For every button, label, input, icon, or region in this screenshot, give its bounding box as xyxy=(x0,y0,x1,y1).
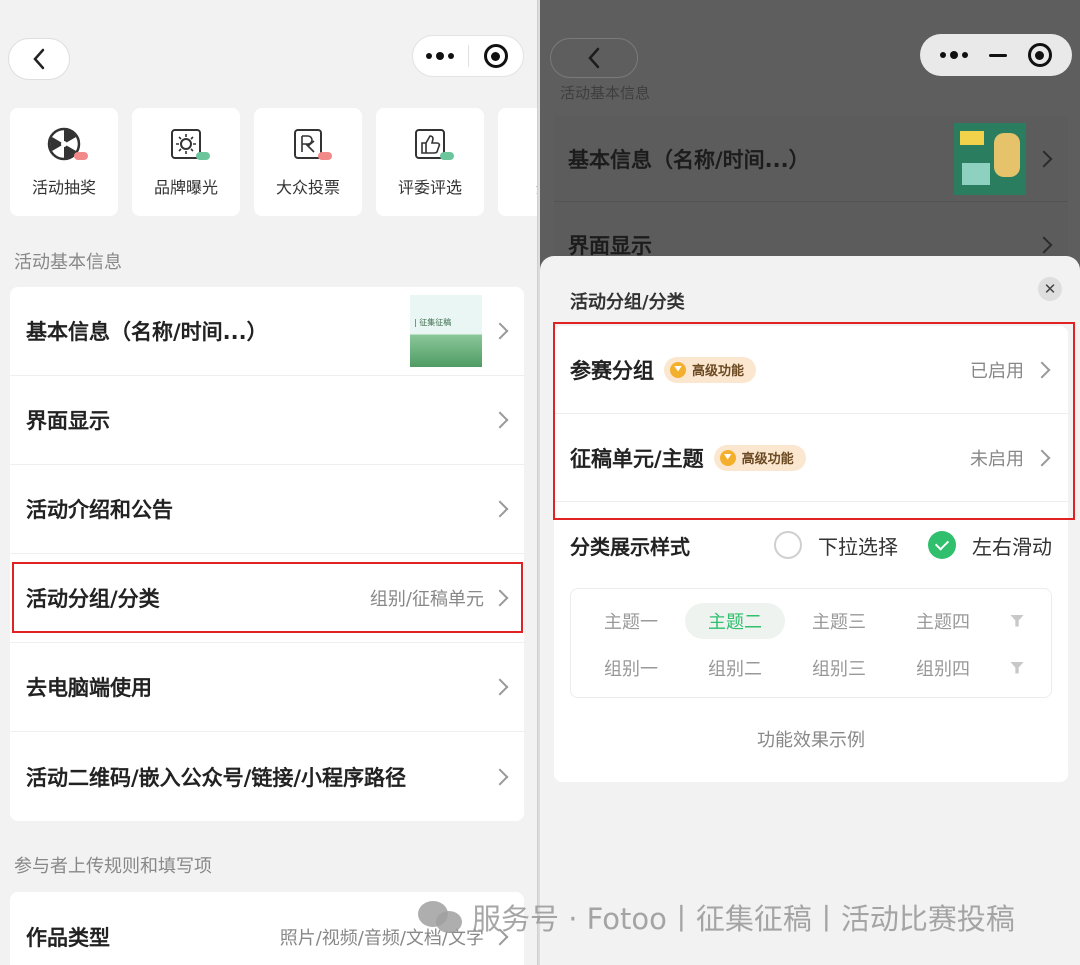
filter-icon xyxy=(997,661,1037,674)
watermark: 服务号 · Fotoo丨征集征稿丨活动比赛投稿 xyxy=(418,896,1015,938)
vote-icon xyxy=(290,126,332,162)
wechat-icon xyxy=(418,897,464,937)
sheet-title: 活动分组/分类 xyxy=(570,292,685,313)
radio-dropdown[interactable] xyxy=(774,531,802,559)
demo-chip: 组别二 xyxy=(708,658,762,680)
feature-label: 规则 xyxy=(536,174,537,198)
feature-label: 品牌曝光 xyxy=(153,178,218,197)
activity-poster-thumbnail: | 征集征稿 xyxy=(410,295,482,367)
row-title: 基本信息（名称/时间...） xyxy=(26,320,268,344)
chevron-right-icon xyxy=(1033,361,1051,378)
mini-program-capsule xyxy=(412,35,524,77)
demo-chip: 组别四 xyxy=(916,658,970,680)
display-style-label: 分类展示样式 xyxy=(570,534,690,559)
demo-chip: 主题一 xyxy=(604,611,658,633)
feature-label: 活动抽奖 xyxy=(31,178,96,197)
demo-preview: 主题一 主题二 主题三 主题四 组别一 组别二 组别三 组别四 xyxy=(570,588,1052,698)
dimmed-section-title: 活动基本信息 xyxy=(560,84,651,102)
more-dots-icon xyxy=(426,52,455,60)
diamond-icon xyxy=(719,449,736,466)
row-intro-announcement[interactable]: 活动介绍和公告 xyxy=(10,465,524,554)
target-icon[interactable] xyxy=(1027,43,1052,67)
status-text: 已启用 xyxy=(970,360,1024,382)
back-button[interactable] xyxy=(550,38,638,78)
dimmed-row-basic-info: 基本信息（名称/时间...） xyxy=(554,116,1068,202)
feature-brand[interactable]: 品牌曝光 xyxy=(132,108,240,216)
radio-swipe-checked[interactable] xyxy=(928,531,956,559)
settings-list: 基本信息（名称/时间...） | 征集征稿 界面显示 活动介绍和公告 活动分组/… xyxy=(10,287,524,821)
back-button[interactable] xyxy=(8,38,70,80)
premium-badge: 高级功能 xyxy=(664,356,757,383)
row-title: 活动分组/分类 xyxy=(26,587,160,611)
minimize-icon[interactable] xyxy=(988,53,1007,57)
chevron-left-icon xyxy=(588,47,600,69)
row-title: 界面显示 xyxy=(26,409,110,433)
row-title: 活动介绍和公告 xyxy=(26,498,173,522)
feature-label: 大众投票 xyxy=(275,178,340,197)
chevron-right-icon xyxy=(1035,236,1053,253)
demo-chip: 组别一 xyxy=(604,658,658,680)
chevron-right-icon xyxy=(491,411,509,429)
feature-rules[interactable]: 规则 xyxy=(498,108,537,216)
activity-poster-thumbnail xyxy=(954,122,1026,195)
chevron-right-icon xyxy=(491,589,509,607)
demo-chip-active: 主题二 xyxy=(685,602,785,639)
diamond-icon xyxy=(670,361,686,378)
chevron-left-icon xyxy=(33,48,45,70)
demo-group-row: 组别一 组别二 组别三 组别四 xyxy=(581,644,1041,691)
close-icon[interactable]: ✕ xyxy=(1038,277,1062,301)
section-title-upload-rules: 参与者上传规则和填写项 xyxy=(14,856,212,877)
chevron-right-icon xyxy=(491,678,509,696)
feature-shortcuts: 活动抽奖 品牌曝光 大众投票 评委评选 xyxy=(10,108,537,216)
section-title-basic: 活动基本信息 xyxy=(14,252,122,273)
row-title: 作品类型 xyxy=(26,925,110,950)
thumbs-up-icon xyxy=(412,126,454,162)
chevron-right-icon xyxy=(491,322,509,340)
target-icon xyxy=(483,44,508,68)
option-dropdown-label[interactable]: 下拉选择 xyxy=(818,531,898,560)
chevron-right-icon xyxy=(491,768,509,785)
display-style-row: 分类展示样式 下拉选择 左右滑动 xyxy=(554,512,1068,578)
filter-icon xyxy=(997,614,1037,627)
option-swipe-label[interactable]: 左右滑动 xyxy=(972,531,1052,560)
demo-topic-row: 主题一 主题二 主题三 主题四 xyxy=(581,597,1041,644)
watermark-text: 服务号 · Fotoo丨征集征稿丨活动比赛投稿 xyxy=(472,902,1015,936)
row-title: 去电脑端使用 xyxy=(26,676,152,700)
status-text: 未启用 xyxy=(970,448,1024,470)
feature-vote[interactable]: 大众投票 xyxy=(254,108,362,216)
row-title: 征稿单元/主题 xyxy=(570,446,704,471)
more-button[interactable] xyxy=(413,36,468,76)
row-submission-units[interactable]: 征稿单元/主题 高级功能 未启用 xyxy=(554,414,1068,502)
demo-chip: 组别三 xyxy=(812,658,866,680)
feature-lottery[interactable]: 活动抽奖 xyxy=(10,108,118,216)
row-title: 参赛分组 xyxy=(570,358,654,383)
sun-icon xyxy=(168,126,210,162)
more-dots-icon[interactable] xyxy=(940,51,969,59)
demo-chip: 主题三 xyxy=(812,611,866,633)
row-basic-info[interactable]: 基本信息（名称/时间...） | 征集征稿 xyxy=(10,287,524,376)
close-miniprogram-button[interactable] xyxy=(469,36,524,76)
row-value: 组别/征稿单元 xyxy=(369,589,484,610)
row-interface-display[interactable]: 界面显示 xyxy=(10,376,524,465)
wheel-icon xyxy=(46,126,88,162)
row-desktop-use[interactable]: 去电脑端使用 xyxy=(10,643,524,732)
feature-judges[interactable]: 评委评选 xyxy=(376,108,484,216)
row-qrcode-links[interactable]: 活动二维码/嵌入公众号/链接/小程序路径 xyxy=(10,732,524,821)
premium-badge: 高级功能 xyxy=(713,444,806,471)
bottom-sheet: 活动分组/分类 ✕ 参赛分组 高级功能 已启用 征稿单元/主题 高级功能 未启用… xyxy=(540,256,1080,965)
chevron-right-icon xyxy=(1033,449,1051,466)
chevron-right-icon xyxy=(491,500,509,518)
row-title: 活动二维码/嵌入公众号/链接/小程序路径 xyxy=(26,765,407,790)
row-groups-categories[interactable]: 活动分组/分类 组别/征稿单元 xyxy=(10,554,524,643)
row-contest-groups[interactable]: 参赛分组 高级功能 已启用 xyxy=(554,326,1068,414)
group-settings-card: 参赛分组 高级功能 已启用 征稿单元/主题 高级功能 未启用 分类展示样式 下拉… xyxy=(554,326,1068,782)
right-panel: 活动基本信息 基本信息（名称/时间...） 界面显示 活动分组/分类 ✕ 参赛分… xyxy=(540,0,1080,965)
demo-caption: 功能效果示例 xyxy=(757,730,865,751)
chevron-right-icon xyxy=(1035,150,1053,167)
feature-label: 评委评选 xyxy=(397,178,462,197)
rules-icon xyxy=(534,126,537,162)
demo-chip: 主题四 xyxy=(916,611,970,633)
mini-program-capsule xyxy=(920,34,1072,76)
left-panel: 活动抽奖 品牌曝光 大众投票 评委评选 活动基本信息 基本信息（名称/时间...… xyxy=(0,0,538,965)
